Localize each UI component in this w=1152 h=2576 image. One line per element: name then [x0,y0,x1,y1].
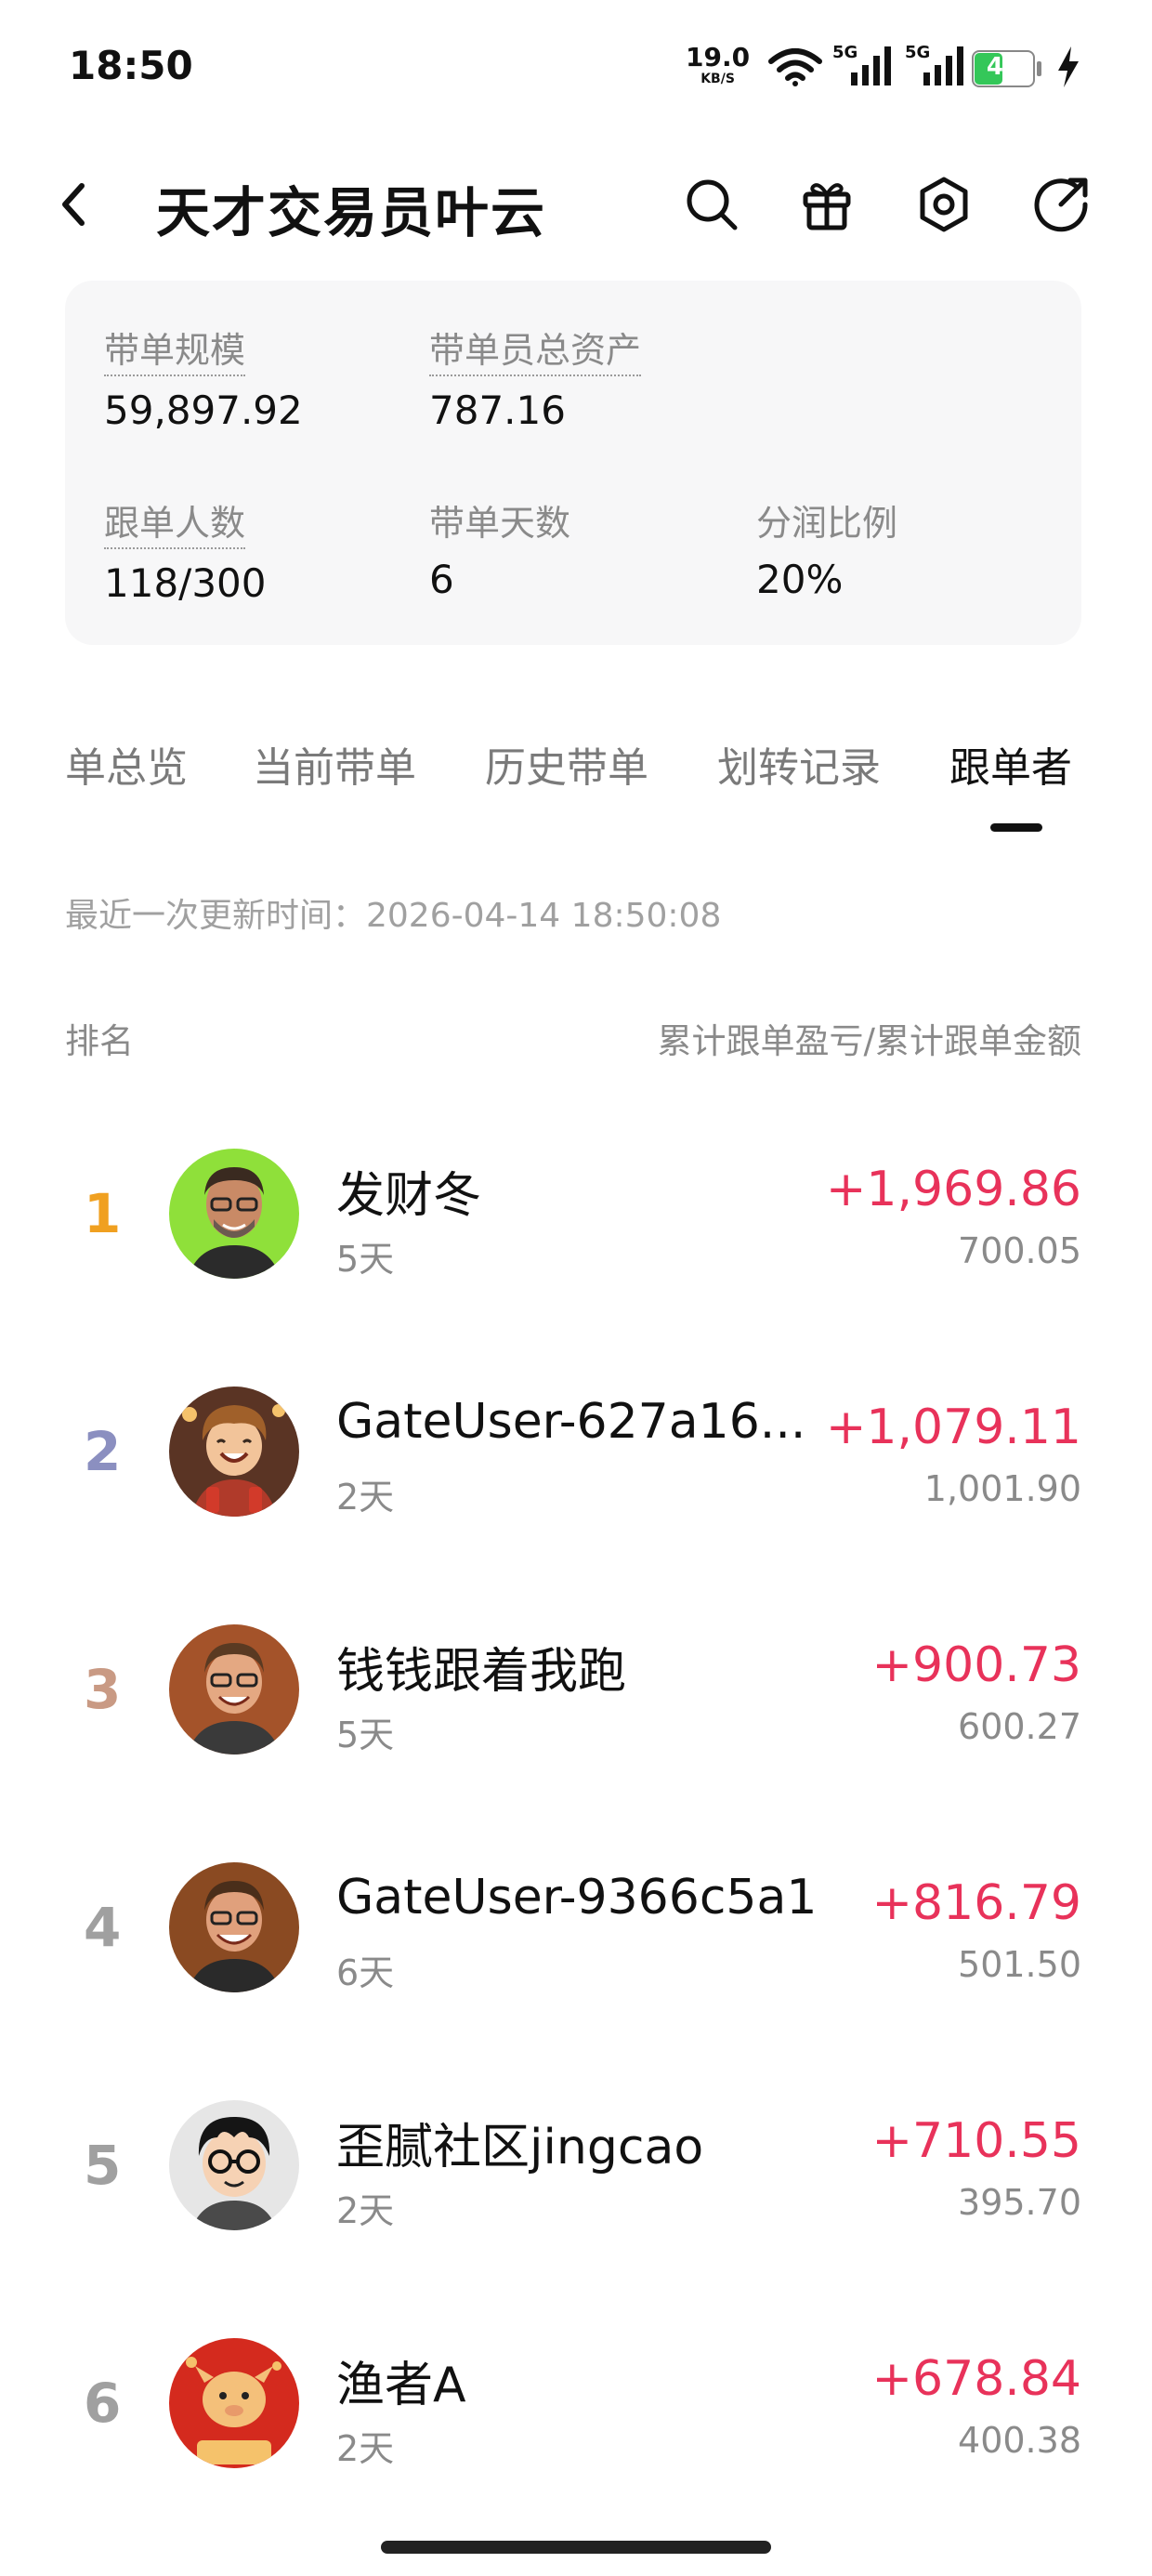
share-icon [1034,177,1088,232]
follower-pnl: +816.79 [871,1875,1081,1931]
follower-row[interactable]: 2 GateUser-627a16... 2天 +1,079.11 1,001.… [0,1349,1152,1554]
follower-row[interactable]: 3 钱钱跟着我跑 5天 +900.73 600.27 [0,1587,1152,1792]
avatar [169,1624,299,1755]
stat-assets-label[interactable]: 带单员总资产 [429,322,642,376]
tab-transfer-records[interactable]: 划转记录 [717,734,881,794]
stat-followers-value: 118/300 [104,560,267,606]
settings-button[interactable] [910,171,977,238]
tab-overview[interactable]: 单总览 [65,734,188,794]
stat-days-value: 6 [429,557,454,602]
settings-icon [920,177,968,232]
page-title: 天才交易员叶云 [156,181,547,244]
avatar [169,1149,299,1279]
follower-name: GateUser-627a16... [336,1394,806,1450]
stat-followers: 跟单人数 118/300 [104,494,266,606]
follower-rank: 4 [84,1896,122,1959]
follower-amount: 400.38 [958,2420,1081,2461]
follower-days: 5天 [336,1715,395,1755]
follower-days: 6天 [336,1952,395,1993]
follower-rank: 2 [84,1420,122,1483]
follower-pnl: +900.73 [871,1637,1081,1693]
stat-scale-label[interactable]: 带单规模 [104,322,246,376]
follower-row[interactable]: 4 GateUser-9366c5a1 6天 +816.79 501.50 [0,1825,1152,2030]
stat-scale-value: 59,897.92 [104,388,303,433]
follower-days: 2天 [336,2428,395,2469]
wifi-icon [768,48,822,86]
follower-pnl: +1,079.11 [825,1400,1081,1455]
tab-active-indicator [990,823,1042,832]
stat-profit-share-label: 分润比例 [756,503,898,544]
follower-pnl: +710.55 [871,2113,1081,2169]
avatar [169,1387,299,1517]
signal-5g-1-icon: 5G [832,41,894,89]
follower-amount: 395.70 [958,2182,1081,2223]
stat-assets-value: 787.16 [429,388,566,433]
follower-row[interactable]: 5 歪腻社区jingcao 2天 +710.55 395.70 [0,2063,1152,2267]
nav-header: 天才交易员叶云 [0,149,1152,260]
follower-row[interactable]: 6 渔者A 2天 +678.84 400.38 [0,2301,1152,2505]
stat-followers-label[interactable]: 跟单人数 [104,494,246,549]
gift-icon [803,183,851,230]
follower-rank: 6 [84,2372,122,2435]
stat-scale: 带单规模 59,897.92 [104,322,303,433]
network-speed: 19.0 KB/S [686,42,751,86]
status-bar: 18:50 19.0 KB/S 5G 5G 42 [0,0,1152,139]
follower-name: 钱钱跟着我跑 [336,1644,627,1700]
column-header-pnl-amount: 累计跟单盈亏/累计跟单金额 [657,1021,1081,1061]
follower-days: 2天 [336,1477,395,1518]
search-icon [687,179,738,230]
tab-history-orders[interactable]: 历史带单 [485,734,648,794]
home-indicator[interactable] [381,2541,771,2554]
follower-rank: 3 [84,1658,122,1721]
follower-pnl: +1,969.86 [825,1162,1081,1217]
follower-amount: 700.05 [958,1230,1081,1271]
trader-stats-card: 带单规模 59,897.92 带单员总资产 787.16 跟单人数 118/30… [65,281,1081,645]
follower-row[interactable]: 1 发财冬 5天 +1,969.86 700.05 [0,1111,1152,1316]
back-button[interactable] [56,177,93,236]
column-header-rank: 排名 [65,1021,134,1061]
stat-profit-share: 分润比例 20% [756,494,897,602]
network-speed-unit: KB/S [700,72,735,86]
tab-bar: 单总览 当前带单 历史带单 划转记录 跟单者 [0,734,1152,836]
charging-icon [1058,46,1079,87]
avatar [169,2338,299,2468]
stat-profit-share-value: 20% [756,557,844,602]
stat-days-label: 带单天数 [429,503,571,544]
gift-button[interactable] [793,171,860,238]
follower-amount: 1,001.90 [923,1468,1081,1509]
tab-current-orders[interactable]: 当前带单 [253,734,416,794]
follower-name: 渔者A [336,2358,466,2413]
follower-name: GateUser-9366c5a1 [336,1870,818,1925]
status-time: 18:50 [69,43,193,88]
follower-name: 发财冬 [336,1168,482,1224]
follower-rank: 1 [84,1182,122,1245]
battery-percent: 42 [986,53,1021,81]
tab-followers[interactable]: 跟单者 [949,734,1072,794]
last-updated-text: 最近一次更新时间：2026-04-14 18:50:08 [65,897,722,935]
avatar [169,1862,299,1992]
share-button[interactable] [1028,171,1094,238]
battery-icon: 42 [972,50,1041,87]
search-button[interactable] [678,171,745,238]
follower-days: 5天 [336,1239,395,1280]
follower-name: 歪腻社区jingcao [336,2120,704,2175]
network-speed-value: 19.0 [686,42,751,72]
stat-assets: 带单员总资产 787.16 [429,322,642,433]
avatar [169,2100,299,2230]
battery-cap [1037,61,1041,76]
follower-days: 2天 [336,2190,395,2231]
follower-amount: 600.27 [958,1706,1081,1747]
follower-pnl: +678.84 [871,2351,1081,2407]
stat-days: 带单天数 6 [429,494,570,602]
follower-amount: 501.50 [958,1944,1081,1985]
back-icon [62,183,85,226]
follower-rank: 5 [84,2134,122,2197]
signal-5g-2-icon: 5G [905,41,966,89]
